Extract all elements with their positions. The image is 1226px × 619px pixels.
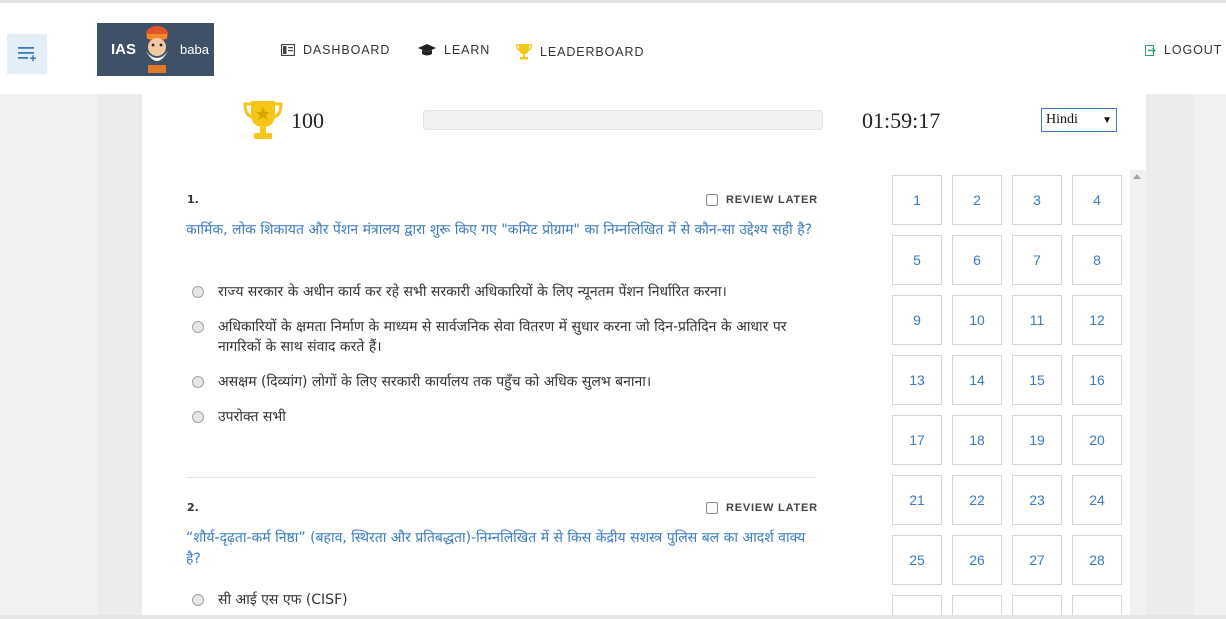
baba-mascot-icon — [146, 26, 168, 73]
logout-link[interactable]: LOGOUT — [1145, 43, 1222, 57]
palette-question-button[interactable]: 9 — [892, 295, 942, 345]
score-value: 100 — [291, 108, 324, 133]
palette-question-button[interactable]: 3 — [1012, 175, 1062, 225]
palette-question-button[interactable]: 11 — [1012, 295, 1062, 345]
question-palette: 1 2 3 4 5 6 7 8 9 10 11 12 13 14 15 16 17 18 19 20 21 22 23 24 2… — [886, 170, 1132, 619]
menu-toggle-button[interactable] — [7, 34, 47, 74]
answer-option[interactable]: उपरोक्त सभी — [192, 407, 812, 427]
palette-question-button[interactable]: 26 — [952, 535, 1002, 585]
countdown-timer: 01:59:17 — [862, 108, 941, 133]
option-radio[interactable] — [192, 286, 204, 298]
answer-option[interactable]: सी आई एस एफ (CISF) — [192, 590, 812, 610]
top-navbar: IAS baba DASHBOARD LEARN LEADERBOARD LOG… — [0, 0, 1226, 94]
language-select[interactable]: Hindi ▼ — [1041, 108, 1117, 132]
palette-question-button[interactable]: 7 — [1012, 235, 1062, 285]
question-number: 2. — [187, 501, 199, 514]
palette-question-button[interactable]: 15 — [1012, 355, 1062, 405]
menu-list-icon — [18, 47, 36, 62]
question-number: 1. — [187, 193, 199, 206]
review-later-checkbox[interactable] — [706, 194, 718, 206]
option-text: असक्षम (दिव्यांग) लोगों के लिए सरकारी का… — [218, 374, 652, 390]
question-divider — [186, 477, 816, 478]
palette-question-button[interactable]: 10 — [952, 295, 1002, 345]
option-text: सी आई एस एफ (CISF) — [218, 592, 348, 608]
answer-option[interactable]: राज्य सरकार के अधीन कार्य कर रहे सभी सरक… — [192, 282, 812, 302]
logout-icon — [1145, 44, 1156, 56]
palette-question-button[interactable]: 1 — [892, 175, 942, 225]
palette-question-button[interactable]: 23 — [1012, 475, 1062, 525]
palette-question-button[interactable]: 2 — [952, 175, 1002, 225]
palette-question-button[interactable]: 14 — [952, 355, 1002, 405]
option-radio[interactable] — [192, 321, 204, 333]
answer-option[interactable]: अधिकारियों के क्षमता निर्माण के माध्यम स… — [192, 317, 812, 357]
palette-question-button[interactable]: 28 — [1072, 535, 1122, 585]
option-radio[interactable] — [192, 411, 204, 423]
palette-question-button[interactable]: 4 — [1072, 175, 1122, 225]
palette-question-button[interactable]: 17 — [892, 415, 942, 465]
review-later-toggle[interactable]: REVIEW LATER — [706, 502, 818, 514]
option-radio[interactable] — [192, 376, 204, 388]
palette-scrollbar[interactable] — [1130, 170, 1146, 619]
palette-question-button[interactable]: 20 — [1072, 415, 1122, 465]
nav-dashboard-label: DASHBOARD — [303, 43, 391, 57]
palette-question-button[interactable]: 18 — [952, 415, 1002, 465]
review-later-label: REVIEW LATER — [726, 194, 818, 206]
option-text: राज्य सरकार के अधीन कार्य कर रहे सभी सरक… — [218, 284, 727, 300]
logo-text-baba: baba — [180, 42, 209, 57]
palette-question-button[interactable]: 12 — [1072, 295, 1122, 345]
site-logo[interactable]: IAS baba — [97, 23, 214, 76]
page-bottom-border — [0, 615, 1226, 619]
review-later-checkbox[interactable] — [706, 502, 718, 514]
nav-leaderboard-label: LEADERBOARD — [540, 44, 645, 59]
progress-bar — [423, 110, 823, 130]
logout-label: LOGOUT — [1164, 43, 1223, 57]
palette-question-button[interactable]: 21 — [892, 475, 942, 525]
palette-question-button[interactable]: 6 — [952, 235, 1002, 285]
language-select-value: Hindi — [1046, 112, 1078, 127]
palette-question-button[interactable]: 27 — [1012, 535, 1062, 585]
dropdown-arrow-icon: ▼ — [1102, 114, 1112, 126]
question-text: “शौर्य-दृढ़ता-कर्म निष्ठा” (बहाव, स्थिरत… — [186, 530, 806, 567]
left-gutter — [97, 94, 142, 619]
palette-question-button[interactable]: 16 — [1072, 355, 1122, 405]
right-gutter — [1146, 94, 1193, 619]
review-later-label: REVIEW LATER — [726, 502, 818, 514]
logo-text-ias: IAS — [111, 41, 137, 58]
scroll-up-arrow-icon[interactable] — [1133, 174, 1141, 179]
nav-learn[interactable]: LEARN — [418, 43, 490, 57]
palette-question-button[interactable]: 8 — [1072, 235, 1122, 285]
nav-dashboard[interactable]: DASHBOARD — [281, 43, 390, 57]
review-later-toggle[interactable]: REVIEW LATER — [706, 194, 818, 206]
palette-question-button[interactable]: 24 — [1072, 475, 1122, 525]
palette-question-button[interactable]: 13 — [892, 355, 942, 405]
palette-question-button[interactable]: 5 — [892, 235, 942, 285]
question-text: कार्मिक, लोक शिकायत और पेंशन मंत्रालय द्… — [186, 222, 813, 238]
score-trophy-icon — [243, 101, 283, 139]
answer-option[interactable]: असक्षम (दिव्यांग) लोगों के लिए सरकारी का… — [192, 372, 812, 392]
nav-leaderboard[interactable]: LEADERBOARD — [516, 43, 644, 60]
palette-question-button[interactable]: 22 — [952, 475, 1002, 525]
dashboard-icon — [281, 44, 295, 56]
option-text: अधिकारियों के क्षमता निर्माण के माध्यम स… — [218, 319, 787, 355]
option-radio[interactable] — [192, 594, 204, 606]
graduation-cap-icon — [418, 44, 436, 56]
option-text: उपरोक्त सभी — [218, 409, 286, 425]
palette-question-button[interactable]: 25 — [892, 535, 942, 585]
trophy-icon — [516, 44, 532, 60]
palette-question-button[interactable]: 19 — [1012, 415, 1062, 465]
nav-learn-label: LEARN — [444, 43, 491, 57]
